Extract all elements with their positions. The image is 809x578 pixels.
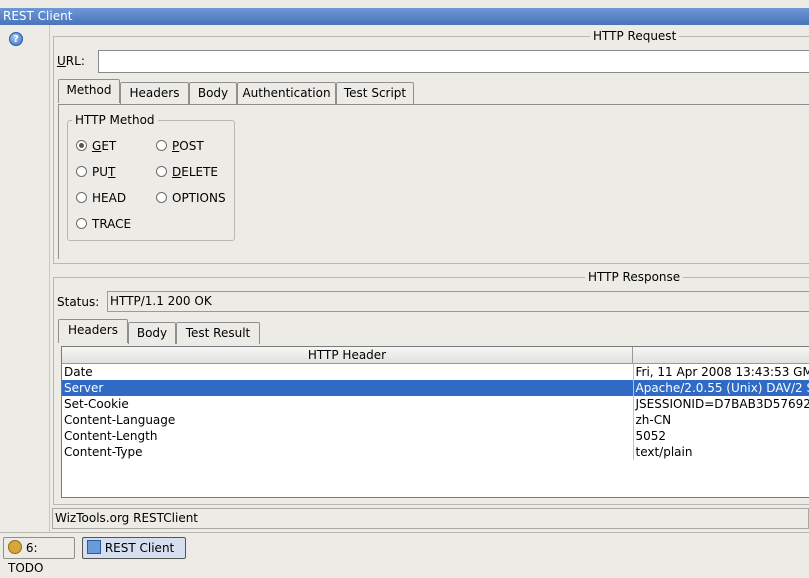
header-value: JSESSIONID=D7BAB3D57692E (633, 396, 809, 412)
http-request-legend: HTTP Request (590, 29, 680, 43)
radio-trace-label: TRACE (92, 217, 132, 231)
column-header-http-header[interactable]: HTTP Header (62, 347, 633, 364)
header-value: zh-CN (633, 412, 809, 428)
table-row[interactable]: Content-Language zh-CN (62, 412, 809, 428)
header-value: Fri, 11 Apr 2008 13:43:53 GMT (633, 364, 809, 380)
status-field[interactable]: HTTP/1.1 200 OK (107, 291, 809, 312)
header-key: Server (62, 380, 634, 396)
http-response-legend: HTTP Response (585, 270, 684, 284)
header-key: Content-Type (62, 444, 634, 460)
radio-put-label: PUT (92, 165, 116, 179)
radio-head-label: HEAD (92, 191, 127, 205)
window-title-bar[interactable]: REST Client (0, 8, 809, 25)
tab-response-body[interactable]: Body (128, 322, 176, 344)
response-tab-strip: Headers Body Test Result (58, 319, 809, 344)
url-input[interactable] (98, 50, 809, 73)
url-label: URL: (57, 54, 85, 68)
radio-options-label: OPTIONS (172, 191, 226, 205)
radio-get-label: GET (92, 139, 117, 153)
http-method-legend: HTTP Method (72, 113, 158, 127)
response-headers-table[interactable]: HTTP Header Date Fri, 11 Apr 2008 13:43:5… (61, 346, 809, 498)
tab-test-script[interactable]: Test Script (336, 82, 414, 104)
radio-delete-label: DELETE (172, 165, 219, 179)
header-value: text/plain (633, 444, 809, 460)
header-value: Apache/2.0.55 (Unix) DAV/2 SVN (633, 380, 809, 396)
table-row[interactable]: Content-Length 5052 (62, 428, 809, 444)
radio-delete[interactable] (156, 166, 167, 177)
radio-head[interactable] (76, 192, 87, 203)
tab-response-headers[interactable]: Headers (58, 319, 128, 343)
tab-method[interactable]: Method (58, 79, 120, 103)
radio-post-label: POST (172, 139, 204, 153)
tab-authentication[interactable]: Authentication (237, 82, 336, 104)
rest-client-icon (87, 540, 101, 554)
header-key: Content-Language (62, 412, 634, 428)
tab-headers[interactable]: Headers (120, 82, 189, 104)
radio-put[interactable] (76, 166, 87, 177)
header-key: Content-Length (62, 428, 634, 444)
window-title: REST Client (3, 9, 73, 23)
status-bar-text: WizTools.org RESTClient (55, 511, 199, 525)
top-strip (0, 0, 809, 8)
radio-options[interactable] (156, 192, 167, 203)
rest-client-button[interactable]: REST Client (82, 537, 186, 559)
table-row[interactable]: Content-Type text/plain (62, 444, 809, 460)
request-tab-strip: Method Headers Body Authentication Test … (58, 79, 809, 104)
header-key: Set-Cookie (62, 396, 634, 412)
table-row[interactable]: Set-Cookie JSESSIONID=D7BAB3D57692E (62, 396, 809, 412)
radio-post[interactable] (156, 140, 167, 151)
bottom-taskbar: 6: TODO REST Client (0, 532, 809, 575)
tab-body[interactable]: Body (189, 82, 237, 104)
header-key: Date (62, 364, 634, 380)
todo-button[interactable]: 6: TODO (3, 537, 75, 575)
todo-icon (8, 540, 22, 554)
status-label: Status: (57, 295, 100, 309)
left-toolbar (0, 25, 50, 532)
headers-table-grid: Date Fri, 11 Apr 2008 13:43:53 GMT Server… (62, 364, 809, 460)
help-icon[interactable]: ? (9, 32, 23, 46)
tab-test-result[interactable]: Test Result (176, 322, 260, 344)
radio-trace[interactable] (76, 218, 87, 229)
header-value: 5052 (633, 428, 809, 444)
table-body: Date Fri, 11 Apr 2008 13:43:53 GMT Server… (62, 364, 809, 460)
table-row-selected[interactable]: ServerApache/2.0.55 (Unix) DAV/2 SVN (62, 380, 809, 396)
column-header-value[interactable] (633, 347, 809, 364)
table-row[interactable]: Date Fri, 11 Apr 2008 13:43:53 GMT (62, 364, 809, 380)
status-bar: WizTools.org RESTClient (52, 508, 809, 529)
radio-get[interactable] (76, 140, 87, 151)
table-header-row: HTTP Header (62, 347, 809, 364)
rest-client-label: REST Client (104, 541, 175, 555)
